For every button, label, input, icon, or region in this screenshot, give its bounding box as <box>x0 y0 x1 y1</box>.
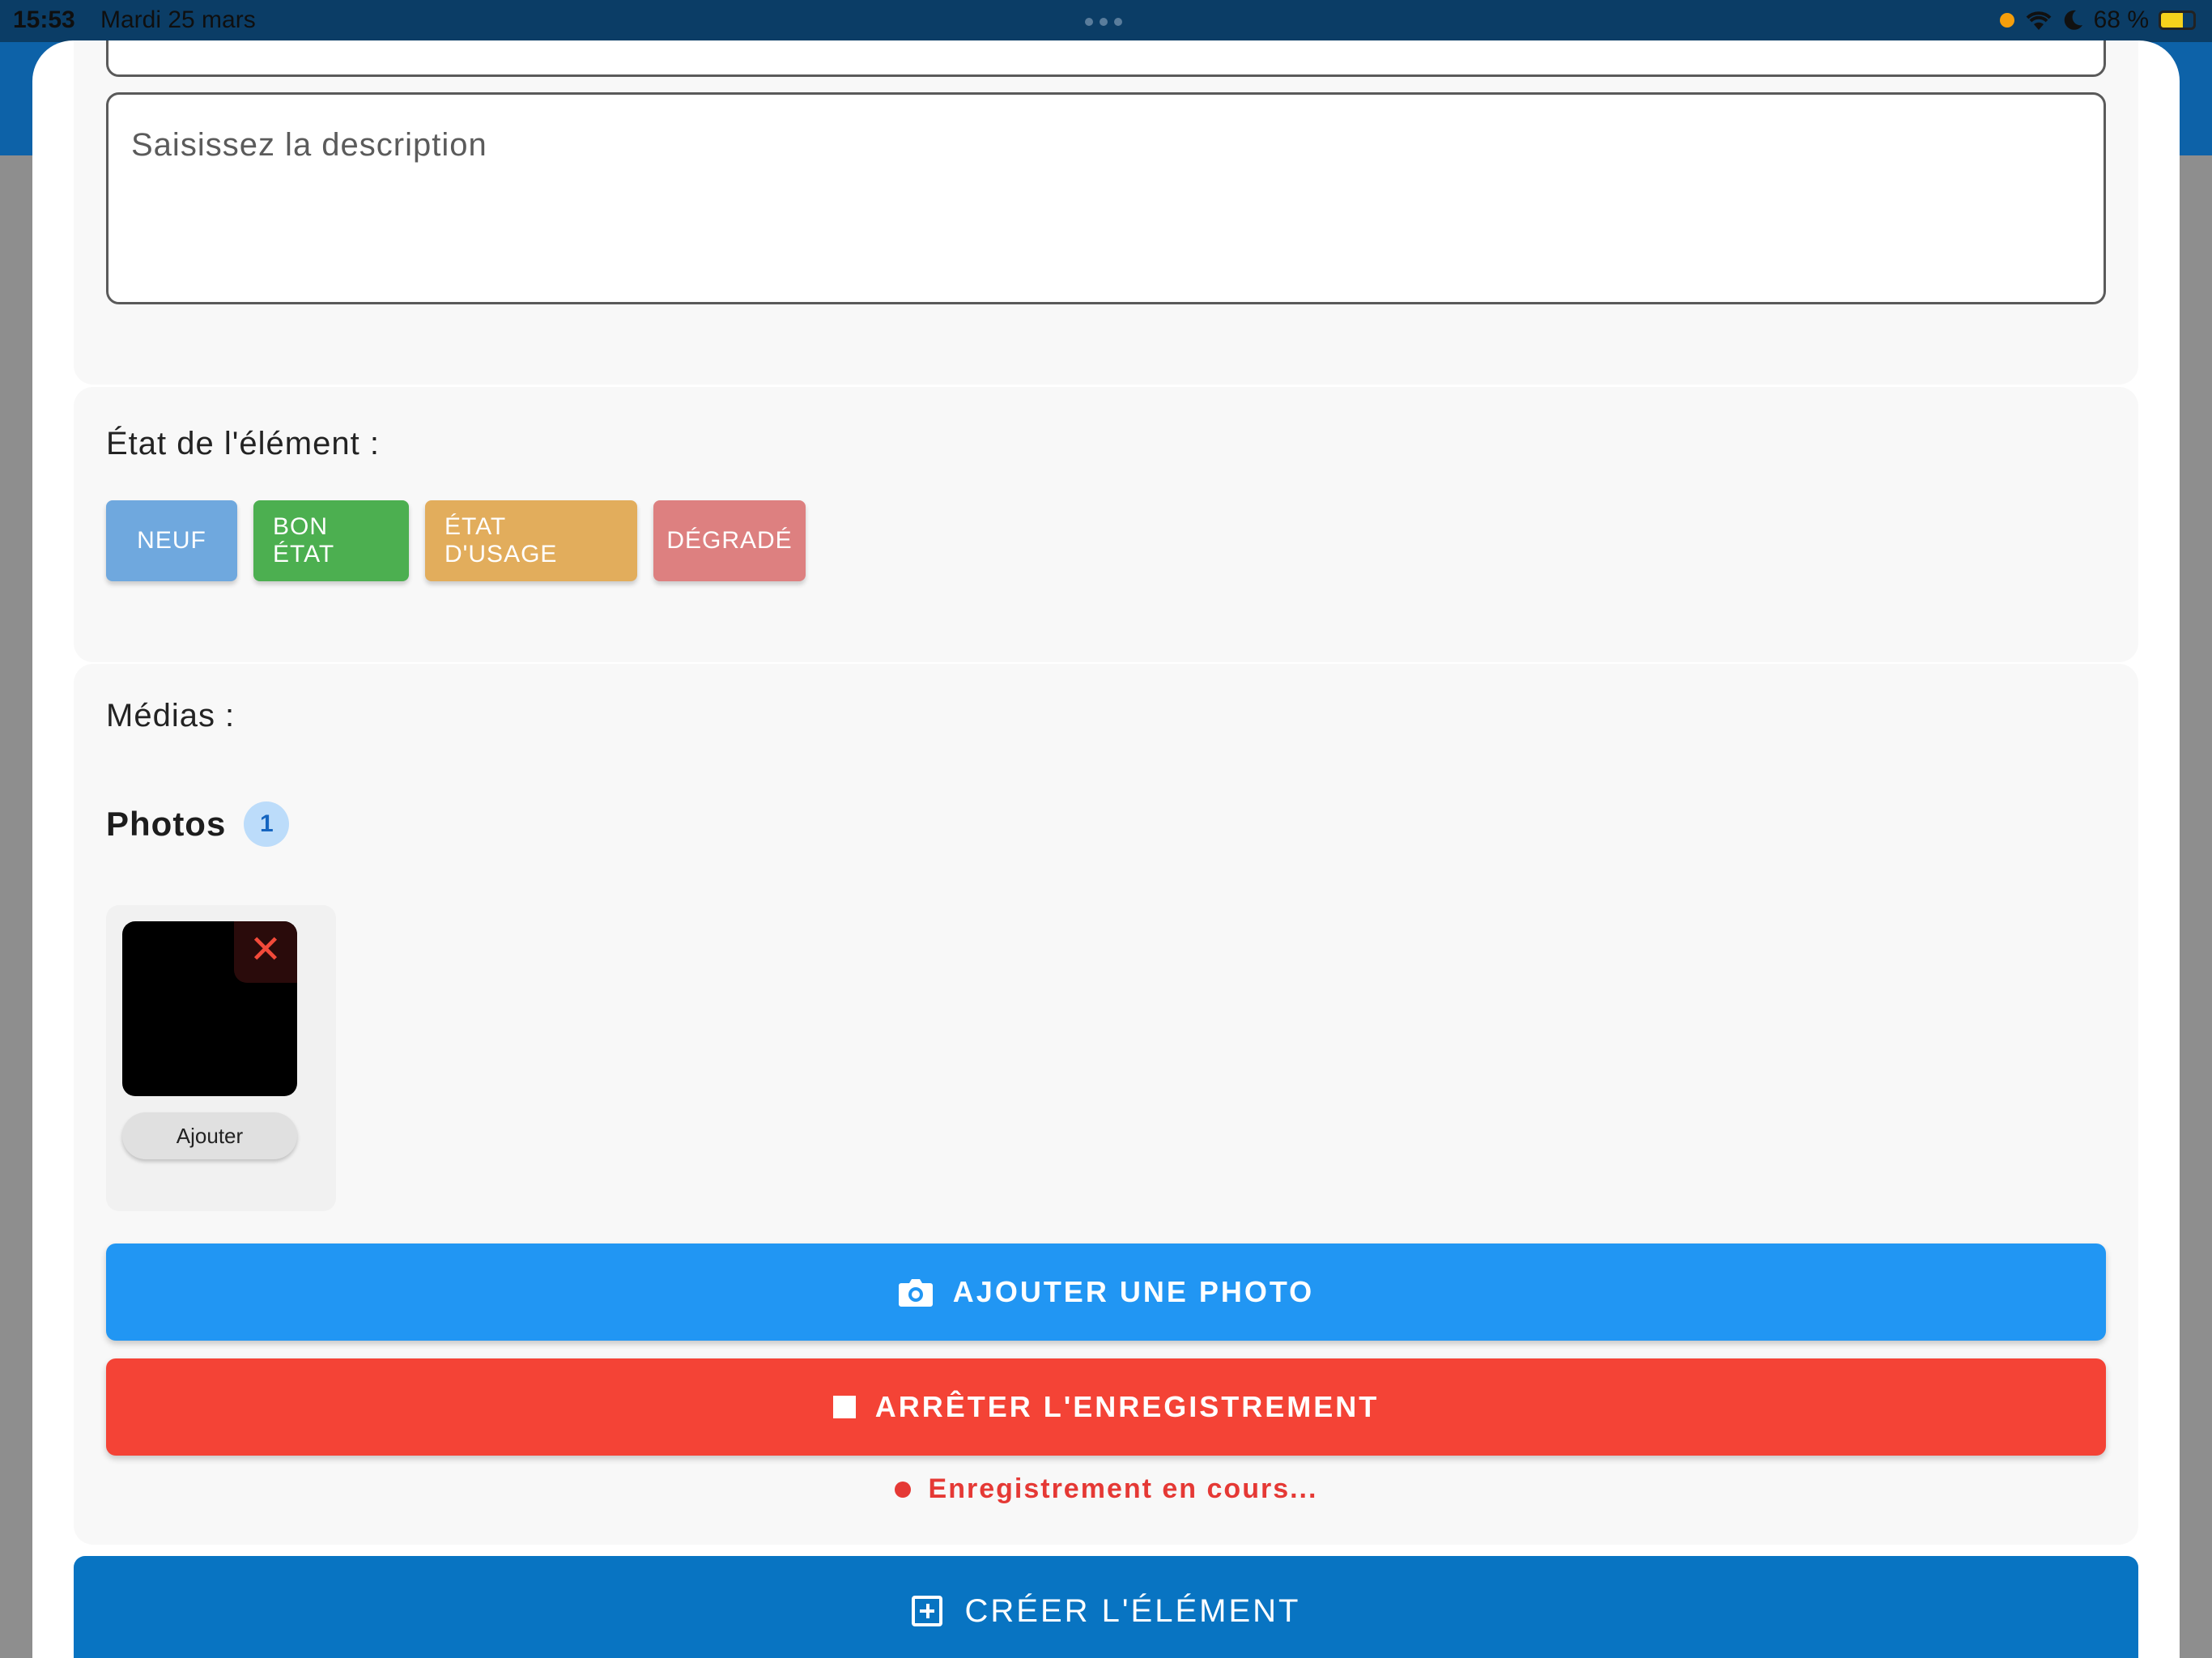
description-placeholder: Saisissez la description <box>131 127 487 163</box>
recording-status: Enregistrement en cours... <box>74 1473 2138 1505</box>
moon-icon <box>2064 10 2082 30</box>
create-element-sheet: Saisissez la description État de l'éléme… <box>32 40 2180 1658</box>
battery-percentage: 68 % <box>2093 6 2149 33</box>
media-section: Médias : Photos 1 ✕ Ajouter AJOUTER UNE … <box>74 664 2138 1545</box>
photo-thumbnail[interactable]: ✕ <box>122 921 297 1096</box>
state-section: État de l'élément : NEUF BON ÉTAT ÉTAT D… <box>74 387 2138 662</box>
remove-photo-close-icon[interactable]: ✕ <box>234 921 297 983</box>
stop-recording-button[interactable]: ARRÊTER L'ENREGISTREMENT <box>106 1358 2106 1456</box>
state-label: État de l'élément : <box>106 426 380 461</box>
wifi-icon <box>2026 11 2052 30</box>
recording-dot-icon <box>894 1481 911 1498</box>
add-photo-button[interactable]: AJOUTER UNE PHOTO <box>106 1244 2106 1341</box>
media-label: Médias : <box>106 698 236 733</box>
title-field[interactable] <box>106 40 2106 77</box>
recording-status-text: Enregistrement en cours... <box>928 1473 1318 1504</box>
create-element-button[interactable]: CRÉER L'ÉLÉMENT <box>74 1556 2138 1658</box>
state-etat-usage-button[interactable]: ÉTAT D'USAGE <box>425 500 637 581</box>
stop-recording-label: ARRÊTER L'ENREGISTREMENT <box>874 1390 1380 1423</box>
state-neuf-button[interactable]: NEUF <box>106 500 237 581</box>
battery-icon <box>2159 11 2196 30</box>
status-right: 68 % <box>1999 0 2196 40</box>
thumbnail-add-button[interactable]: Ajouter <box>122 1112 297 1159</box>
stop-icon <box>832 1396 856 1418</box>
status-time: 15:53 <box>13 6 75 33</box>
status-date: Mardi 25 mars <box>100 6 256 33</box>
add-photo-label: AJOUTER UNE PHOTO <box>952 1275 1315 1308</box>
details-section: Saisissez la description <box>74 40 2138 385</box>
mic-indicator-icon <box>1999 13 2014 28</box>
description-field[interactable]: Saisissez la description <box>106 92 2106 304</box>
state-degrade-button[interactable]: DÉGRADÉ <box>653 500 806 581</box>
add-box-icon <box>911 1596 942 1626</box>
photos-title: Photos <box>106 805 227 843</box>
camera-icon <box>898 1279 933 1307</box>
status-bar: 15:53 Mardi 25 mars 68 % <box>0 0 2212 42</box>
photos-header: Photos 1 <box>106 801 290 847</box>
multitasking-dots[interactable] <box>1085 18 1122 26</box>
photo-thumbnail-card: ✕ Ajouter <box>106 905 336 1211</box>
state-buttons: NEUF BON ÉTAT ÉTAT D'USAGE DÉGRADÉ <box>106 500 806 581</box>
photos-count-badge: 1 <box>244 801 290 847</box>
state-bon-etat-button[interactable]: BON ÉTAT <box>253 500 409 581</box>
create-element-label: CRÉER L'ÉLÉMENT <box>964 1592 1301 1629</box>
